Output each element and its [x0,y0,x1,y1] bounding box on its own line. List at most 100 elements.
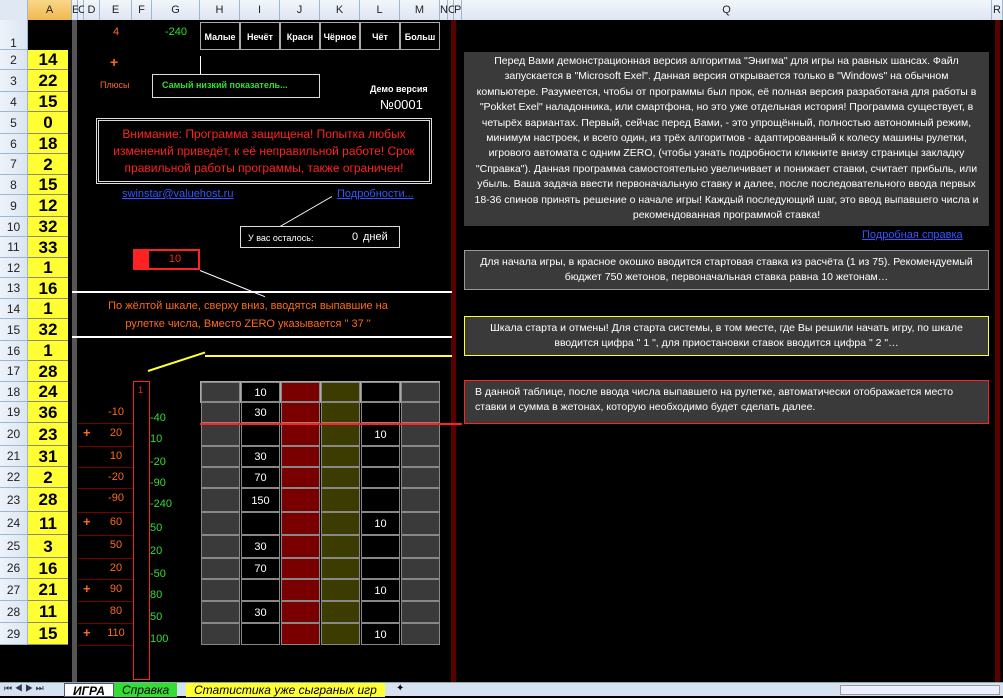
bet-cell[interactable] [201,512,240,535]
total-cell[interactable]: 10 [150,433,190,445]
spin-number-cell[interactable]: 1 [28,258,68,278]
column-header-d[interactable]: D [84,0,100,20]
row-header[interactable]: 24 [0,512,28,535]
spin-number-cell[interactable]: 31 [28,446,68,467]
row-header[interactable]: 10 [0,217,28,237]
bet-cell[interactable]: 10 [361,512,400,535]
bet-cell[interactable]: 70 [241,467,280,488]
bet-cell[interactable] [281,601,320,623]
row-header[interactable]: 25 [0,535,28,558]
bet-cell[interactable]: 10 [241,382,280,402]
spin-number-cell[interactable]: 3 [28,535,68,558]
spin-number-cell[interactable]: 32 [28,217,68,237]
tab-help[interactable]: Справка [114,683,178,697]
bet-cell[interactable] [401,579,440,601]
row-header[interactable]: 17 [0,361,28,382]
row-header[interactable]: 7 [0,154,28,175]
spin-number-cell[interactable]: 21 [28,579,68,601]
bet-cell[interactable] [241,423,280,446]
bet-cell[interactable] [361,467,400,488]
balance-cell[interactable]: 110 [100,627,132,639]
spin-number-cell[interactable]: 15 [28,623,68,645]
bet-cell[interactable] [321,623,360,645]
bet-cell[interactable] [361,601,400,623]
bet-cell[interactable] [321,488,360,512]
row-header[interactable]: 21 [0,446,28,467]
column-header-i[interactable]: I [240,0,280,20]
bet-cell[interactable]: 10 [361,579,400,601]
spin-number-cell[interactable]: 24 [28,382,68,402]
balance-cell[interactable]: 10 [100,450,132,462]
bet-cell[interactable] [201,558,240,579]
row-header[interactable]: 11 [0,237,28,258]
tab-stats[interactable]: Статистика уже сыграных игр [186,683,385,697]
bet-cell[interactable] [321,601,360,623]
bet-cell[interactable] [321,579,360,601]
row-header[interactable]: 27 [0,579,28,601]
bet-cell[interactable] [281,512,320,535]
help-link[interactable]: Подробная справка [862,229,963,241]
column-header-p[interactable]: P [454,0,462,20]
horizontal-scrollbar[interactable] [840,685,1000,695]
tab-nav-arrows[interactable]: ⏮ ◀ ▶ ⏭ [4,683,44,694]
spin-number-cell[interactable]: 16 [28,558,68,579]
balance-cell[interactable]: 90 [100,583,132,595]
total-cell[interactable]: 100 [150,633,190,645]
bet-cell[interactable] [361,535,400,558]
row-header[interactable]: 18 [0,382,28,402]
bet-cell[interactable] [241,579,280,601]
spin-number-cell[interactable]: 2 [28,467,68,488]
bet-cell[interactable] [321,535,360,558]
bet-cell[interactable] [201,446,240,467]
row-header[interactable]: 28 [0,601,28,623]
cell-g1[interactable]: -240 [152,26,200,38]
email-link[interactable]: swinstar@valuehost.ru [122,188,233,200]
column-header-n[interactable]: N [440,0,448,20]
balance-cell[interactable]: 20 [100,562,132,574]
balance-cell[interactable]: 20 [100,427,132,439]
spin-number-cell[interactable]: 18 [28,134,68,154]
total-cell[interactable]: 50 [150,522,190,534]
bet-cell[interactable] [281,623,320,645]
spin-number-cell[interactable]: 11 [28,601,68,623]
spin-number-cell[interactable]: 33 [28,237,68,258]
column-header-a[interactable]: A [28,0,72,20]
bet-cell[interactable]: 10 [361,423,400,446]
row-header[interactable]: 6 [0,134,28,154]
total-cell[interactable]: 50 [150,611,190,623]
bet-cell[interactable]: 30 [241,446,280,467]
row-header[interactable]: 20 [0,423,28,446]
spin-number-cell[interactable]: 36 [28,402,68,423]
bet-cell[interactable] [281,579,320,601]
total-cell[interactable]: -20 [150,456,190,468]
column-header-j[interactable]: J [280,0,320,20]
bet-cell[interactable] [201,601,240,623]
row-header[interactable]: 22 [0,467,28,488]
bet-cell[interactable] [201,382,240,402]
bet-cell[interactable] [401,467,440,488]
bet-cell[interactable] [281,402,320,423]
bet-cell[interactable] [201,402,240,423]
spin-number-cell[interactable]: 22 [28,70,68,92]
spin-number-cell[interactable]: 11 [28,512,68,535]
bet-cell[interactable] [401,402,440,423]
bet-cell[interactable] [361,382,400,402]
column-header-m[interactable]: M [400,0,440,20]
column-header-g[interactable]: G [152,0,200,20]
total-cell[interactable]: -50 [150,568,190,580]
bet-cell[interactable] [321,558,360,579]
spin-number-cell[interactable]: 28 [28,488,68,512]
bet-cell[interactable] [401,623,440,645]
bet-cell[interactable]: 10 [361,623,400,645]
total-cell[interactable]: 80 [150,589,190,601]
bet-cell[interactable] [401,446,440,467]
row-header[interactable]: 16 [0,341,28,361]
bet-cell[interactable] [201,467,240,488]
bet-cell[interactable] [201,579,240,601]
balance-cell[interactable]: 60 [100,516,132,528]
bet-cell[interactable] [201,623,240,645]
bet-cell[interactable] [361,446,400,467]
spin-number-cell[interactable]: 0 [28,112,68,134]
column-header-h[interactable]: H [200,0,240,20]
bet-cell[interactable] [321,402,360,423]
